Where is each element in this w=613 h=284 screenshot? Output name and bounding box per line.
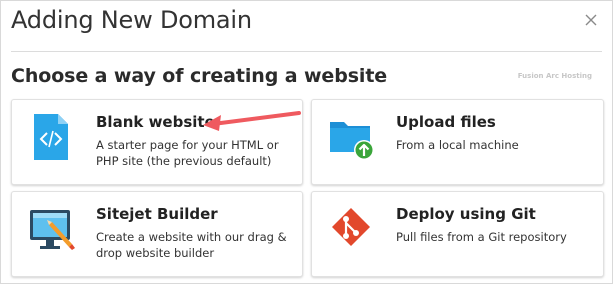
- card-title: Upload files: [396, 113, 496, 131]
- upload-files-card[interactable]: Upload files From a local machine: [311, 99, 604, 185]
- title-divider: [11, 51, 602, 52]
- card-title: Deploy using Git: [396, 205, 536, 223]
- card-title: Blank website: [96, 113, 215, 131]
- section-subtitle: Choose a way of creating a website: [11, 65, 388, 87]
- git-icon: [328, 204, 374, 254]
- sitejet-builder-icon: [28, 204, 75, 254]
- dialog-title: Adding New Domain: [11, 6, 252, 34]
- card-description: From a local machine: [396, 138, 519, 152]
- blank-website-card[interactable]: Blank website A starter page for your HT…: [11, 99, 303, 185]
- deploy-git-card[interactable]: Deploy using Git Pull files from a Git r…: [311, 191, 604, 277]
- code-file-icon: [28, 112, 74, 162]
- card-description: Pull files from a Git repository: [396, 230, 567, 244]
- folder-upload-icon: [328, 112, 374, 162]
- sitejet-builder-card[interactable]: Sitejet Builder Create a website with ou…: [11, 191, 303, 277]
- card-title: Sitejet Builder: [96, 205, 218, 223]
- card-description: Create a website with our drag & drop we…: [96, 230, 287, 260]
- card-description: A starter page for your HTML or PHP site…: [96, 138, 279, 168]
- adding-domain-dialog: Adding New Domain Choose a way of creati…: [0, 0, 613, 284]
- watermark: Fusion Arc Hosting: [517, 72, 592, 80]
- close-icon[interactable]: [584, 13, 598, 27]
